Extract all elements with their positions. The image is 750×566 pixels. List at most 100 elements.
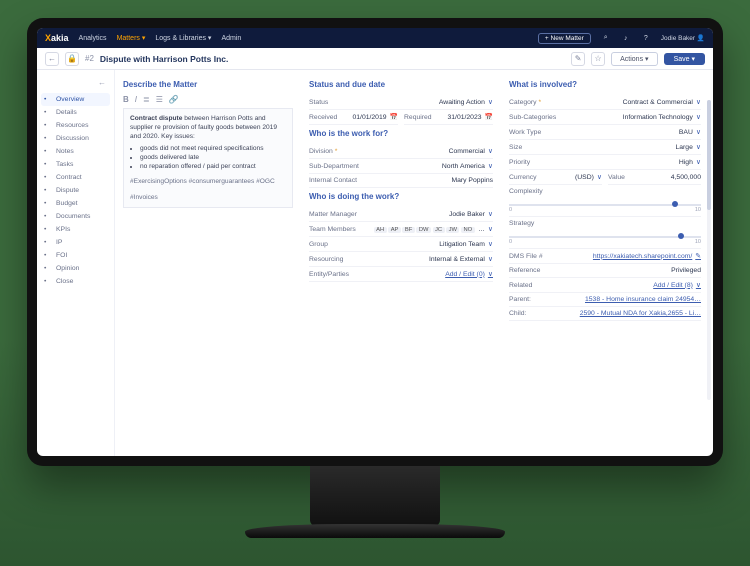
- overview-icon: •: [44, 96, 52, 104]
- value-input[interactable]: 4,500,000: [671, 174, 701, 181]
- top-nav: Xakia Analytics Matters ▾ Logs & Librari…: [37, 28, 713, 48]
- description-editor[interactable]: Contract dispute between Harrison Potts …: [123, 108, 293, 208]
- sidebar-item-resources[interactable]: •Resources: [41, 119, 110, 132]
- matter-toolbar: ← 🔒 #2 Dispute with Harrison Potts Inc. …: [37, 48, 713, 70]
- search-icon[interactable]: ⌕: [601, 33, 611, 43]
- italic-icon[interactable]: I: [135, 95, 137, 104]
- team-chip: NO: [461, 227, 475, 233]
- sidebar-item-kpis[interactable]: •KPIs: [41, 223, 110, 236]
- division-select[interactable]: Commercial∨: [449, 147, 493, 155]
- user-menu[interactable]: Jodie Baker 👤: [661, 34, 705, 42]
- involved-heading: What is involved?: [509, 80, 701, 89]
- value-label: Value: [608, 174, 625, 181]
- describe-heading: Describe the Matter: [123, 80, 293, 89]
- related-link[interactable]: Add / Edit (8)∨: [653, 281, 701, 289]
- subcat-select[interactable]: Information Technology∨: [623, 113, 701, 121]
- doing-heading: Who is doing the work?: [309, 192, 493, 201]
- priority-select[interactable]: High∨: [679, 158, 701, 166]
- back-button[interactable]: ←: [45, 52, 59, 66]
- sidebar-item-tasks[interactable]: •Tasks: [41, 158, 110, 171]
- workfor-heading: Who is the work for?: [309, 129, 493, 138]
- status-heading: Status and due date: [309, 80, 493, 89]
- worktype-select[interactable]: BAU∨: [679, 128, 701, 136]
- help-icon[interactable]: ?: [641, 33, 651, 43]
- tags-line-1: #ExercisingOptions #consumerguarantees #…: [130, 177, 286, 186]
- matter-number: #2: [85, 54, 94, 63]
- size-select[interactable]: Large∨: [675, 143, 701, 151]
- sidebar-item-contract[interactable]: •Contract: [41, 171, 110, 184]
- sidebar-item-budget[interactable]: •Budget: [41, 197, 110, 210]
- required-date[interactable]: 31/01/2023 📅: [448, 113, 494, 121]
- parent-link[interactable]: 1538 - Home insurance claim 24954…: [585, 296, 701, 303]
- bullet-list-icon[interactable]: ≣: [143, 95, 150, 104]
- sidebar-item-discussion[interactable]: •Discussion: [41, 132, 110, 145]
- sidebar-item-close[interactable]: •Close: [41, 275, 110, 288]
- sidebar-item-ip[interactable]: •IP: [41, 236, 110, 249]
- sidebar-item-overview[interactable]: •Overview: [41, 93, 110, 106]
- sidebar-item-details[interactable]: •Details: [41, 106, 110, 119]
- status-label: Status: [309, 99, 328, 106]
- nav-admin[interactable]: Admin: [221, 35, 241, 42]
- lock-icon[interactable]: 🔒: [65, 52, 79, 66]
- star-icon[interactable]: ☆: [591, 52, 605, 66]
- mgr-select[interactable]: Jodie Baker∨: [449, 210, 493, 218]
- team-label: Team Members: [309, 226, 356, 233]
- team-chip: AH: [374, 227, 387, 233]
- received-label: Received: [309, 114, 337, 121]
- status-select[interactable]: Awaiting Action∨: [439, 98, 493, 106]
- team-select[interactable]: AHAPBFDWJCJWNO …∨: [374, 225, 493, 233]
- child-link[interactable]: 2590 - Mutual NDA for Xakia,2655 - Li…: [580, 310, 701, 317]
- sidebar-item-opinion[interactable]: •Opinion: [41, 262, 110, 275]
- strategy-label: Strategy: [509, 220, 701, 227]
- dms-link[interactable]: https://xakiatech.sharepoint.com/ ✎: [593, 252, 701, 260]
- division-label: Division *: [309, 148, 337, 155]
- details-icon: •: [44, 109, 52, 117]
- contact-label: Internal Contact: [309, 177, 357, 184]
- bold-icon[interactable]: B: [123, 95, 129, 104]
- contact-value[interactable]: Mary Poppins: [451, 177, 493, 184]
- notification-icon[interactable]: ♪: [621, 33, 631, 43]
- opinion-icon: •: [44, 265, 52, 273]
- sidebar-item-dispute[interactable]: •Dispute: [41, 184, 110, 197]
- nav-matters[interactable]: Matters ▾: [117, 34, 146, 42]
- sidebar-collapse[interactable]: ←: [41, 76, 110, 93]
- reference-label: Reference: [509, 267, 540, 274]
- currency-select[interactable]: (USD)∨: [575, 173, 602, 181]
- nav-logs[interactable]: Logs & Libraries ▾: [155, 34, 211, 42]
- subdept-select[interactable]: North America∨: [442, 162, 493, 170]
- sidebar-item-documents[interactable]: •Documents: [41, 210, 110, 223]
- group-select[interactable]: Litigation Team∨: [439, 240, 493, 248]
- category-select[interactable]: Contract & Commercial∨: [623, 98, 701, 106]
- category-label: Category *: [509, 99, 541, 106]
- size-label: Size: [509, 144, 522, 151]
- parent-label: Parent:: [509, 296, 531, 303]
- sidebar: ← •Overview•Details•Resources•Discussion…: [37, 70, 115, 456]
- description-bullet: goods delivered late: [140, 153, 286, 162]
- received-date[interactable]: 01/01/2019 📅: [353, 113, 399, 121]
- sidebar-item-foi[interactable]: •FOI: [41, 249, 110, 262]
- new-matter-button[interactable]: + New Matter: [538, 33, 591, 44]
- currency-label: Currency: [509, 174, 537, 181]
- save-button[interactable]: Save ▾: [664, 53, 705, 65]
- priority-label: Priority: [509, 159, 530, 166]
- nav-analytics[interactable]: Analytics: [79, 35, 107, 42]
- reference-value: Privileged: [671, 267, 701, 274]
- resourcing-select[interactable]: Internal & External∨: [429, 255, 493, 263]
- link-icon[interactable]: 🔗: [169, 95, 179, 104]
- edit-icon[interactable]: ✎: [571, 52, 585, 66]
- description-bullet: no reparation offered / paid per contrac…: [140, 162, 286, 171]
- scrollbar[interactable]: [707, 100, 711, 400]
- ip-icon: •: [44, 239, 52, 247]
- matter-title: Dispute with Harrison Potts Inc.: [100, 54, 228, 64]
- sidebar-item-notes[interactable]: •Notes: [41, 145, 110, 158]
- related-label: Related: [509, 282, 532, 289]
- team-chip: AP: [388, 227, 401, 233]
- notes-icon: •: [44, 148, 52, 156]
- entity-link[interactable]: Add / Edit (0)∨: [445, 270, 493, 278]
- team-chip: BF: [402, 227, 414, 233]
- complexity-label: Complexity: [509, 188, 701, 195]
- actions-button[interactable]: Actions ▾: [611, 52, 657, 66]
- number-list-icon[interactable]: ☰: [156, 95, 163, 104]
- rte-toolbar[interactable]: B I ≣ ☰ 🔗: [123, 95, 293, 104]
- resourcing-label: Resourcing: [309, 256, 343, 263]
